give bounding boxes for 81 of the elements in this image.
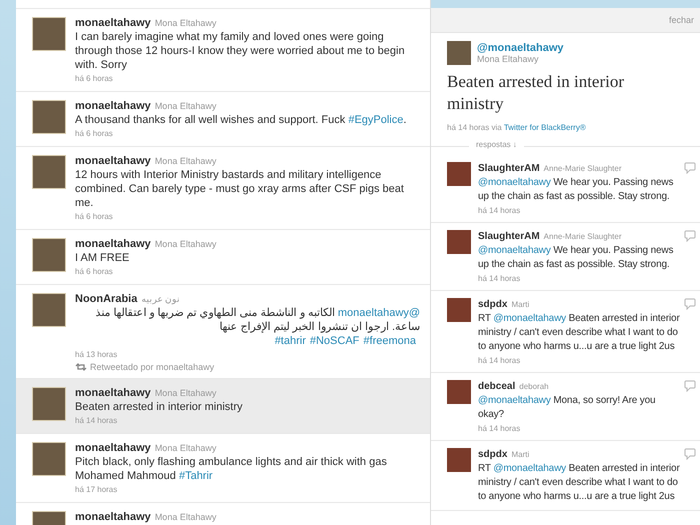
timestamp: há 17 horas [75, 484, 118, 496]
username[interactable]: NoonArabia [75, 293, 138, 305]
username[interactable]: monaeltahawy [75, 511, 151, 523]
avatar-placeholder [447, 380, 471, 404]
avatar-placeholder [32, 442, 66, 476]
timestamp: há 14 horas [447, 123, 490, 132]
retweet-label: Retweetado por monaeltahawy [90, 362, 214, 372]
tweet-text: RT @monaeltahawy Beaten arrested in interior ministry / can't even describe what I want to do to anyone who harms u...u are a true light 2us [478, 312, 680, 354]
username[interactable]: @monaeltahawy [477, 42, 564, 54]
full-name: Mona Eltahawy [154, 18, 216, 28]
full-name: Anne-Marie Slaughter [544, 164, 622, 173]
reply-bubble-icon[interactable] [684, 230, 696, 242]
tweet-row[interactable]: monaeltahawy Mona Eltahawy A thousand thanks for all well wishes and support. Fuck #EgyPolice. há 6 horas [16, 92, 430, 147]
avatar-placeholder [32, 155, 66, 189]
timestamp: há 6 horas [75, 211, 114, 223]
tweet-text: @monaeltahawy We hear you. Passing news up the chain as fast as possible. Stay strong. [478, 244, 674, 272]
full-name: Mona Eltahawy [154, 156, 216, 166]
avatar-placeholder [447, 448, 471, 472]
username[interactable]: monaeltahawy [75, 442, 151, 454]
username[interactable]: sdpdx [478, 299, 508, 310]
timestamp: há 14 horas [75, 415, 118, 427]
tweet-row[interactable]: monaeltahawy Mona Eltahawy I can barely imagine what my family and loved ones were going through those 12 hours-I know they were worried about me to begin with. Sorry há 6 horas [16, 9, 430, 92]
username[interactable]: sdpdx [478, 449, 508, 460]
avatar-placeholder [32, 100, 66, 134]
username[interactable]: SlaughterAM [478, 163, 540, 174]
full-name: Anne-Marie Slaughter [544, 232, 622, 241]
username[interactable]: SlaughterAM [478, 231, 540, 242]
username[interactable]: debceal [478, 381, 516, 392]
full-name: Mona Eltahawy [154, 443, 216, 453]
tweet-text: Beaten arrested in interior ministry [75, 400, 244, 414]
username[interactable]: monaeltahawy [75, 387, 151, 399]
reply-bubble-icon[interactable] [684, 448, 696, 460]
reply-bubble-icon[interactable] [684, 162, 696, 174]
timestamp: há 14 horas [478, 273, 522, 284]
full-name: نون عربيه [141, 294, 180, 304]
tweet-row[interactable]: monaeltahawy Mona Eltahawy Pitch black, only flashing ambulance lights and air thick with gas Mohamed Mahmoud #Tahrir há 17 horas [16, 434, 430, 503]
tweet-row[interactable]: monaeltahawy Mona Eltahawy I AM FREE há 6 horas [16, 230, 430, 285]
tweet-text: 12 hours with Interior Ministry bastards and military intelligence combined. Can barely type - must go xray arms after CSF pigs beat me. [75, 168, 405, 210]
username[interactable]: monaeltahawy [75, 155, 151, 167]
username[interactable]: monaeltahawy [75, 238, 151, 250]
avatar-placeholder [447, 230, 471, 254]
reply-bubble-icon[interactable] [684, 298, 696, 310]
tweet-text: I AM FREE [75, 251, 130, 265]
tweet-text: I can barely imagine what my family and loved ones were going through those 12 hours-I know they were worried about me to begin with. Sorry [75, 30, 406, 72]
timestamp: há 6 horas [75, 266, 114, 278]
avatar-placeholder [447, 41, 471, 65]
full-name: Mona Eltahawy [154, 388, 216, 398]
tweet-row[interactable]: monaeltahawy Mona Eltahawy Beaten arrested in interior ministry há 14 horas [16, 379, 430, 434]
username[interactable]: monaeltahawy [75, 100, 151, 112]
timestamp: há 6 horas [75, 73, 114, 85]
tweet-text: A thousand thanks for all well wishes and support. Fuck #EgyPolice. [75, 113, 408, 127]
timestamp: há 13 horas [75, 349, 118, 361]
full-name: Mona Eltahawy [154, 239, 216, 249]
tweet-text: RT @monaeltahawy Beaten arrested in interior ministry / can't even describe what I want to do to anyone who harms u...u are a true light 2us [478, 462, 680, 504]
full-name: Mona Eltahawy [154, 512, 216, 522]
full-name: Mona Eltahawy [477, 54, 540, 64]
tweet-row[interactable]: monaeltahawy Mona Eltahawy [16, 503, 430, 525]
avatar-placeholder [32, 387, 66, 421]
timestamp: há 14 horas [478, 205, 522, 216]
tweet-text: @monaeltahawy Mona, so sorry! Are you okay? [478, 394, 656, 422]
timestamp: há 6 horas [75, 128, 114, 140]
username[interactable]: monaeltahawy [75, 17, 151, 29]
reply-bubble-icon[interactable] [684, 380, 696, 392]
avatar-placeholder [32, 17, 66, 51]
timestamp: há 14 horas [478, 355, 522, 366]
avatar-placeholder [32, 238, 66, 272]
tweet-text: Beaten arrested in interior ministry [447, 71, 626, 115]
full-name: Marti [511, 450, 530, 459]
avatar-placeholder [447, 162, 471, 186]
source-link[interactable]: Twitter for BlackBerry® [504, 123, 586, 132]
tweet-text: @monaeltahawy We hear you. Passing news up the chain as fast as possible. Stay strong. [478, 176, 674, 204]
full-name: Marti [511, 300, 530, 309]
full-name: deborah [519, 382, 549, 391]
avatar-placeholder [32, 293, 66, 327]
full-name: Mona Eltahawy [154, 101, 216, 111]
tweet-text: Pitch black, only flashing ambulance lights and air thick with gas Mohamed Mahmoud #Tahrir [75, 455, 388, 483]
via-label: via [492, 123, 502, 132]
retweet-icon [75, 363, 87, 371]
timestamp: há 14 horas [478, 423, 522, 434]
avatar-placeholder [447, 298, 471, 322]
tweet-row[interactable]: monaeltahawy Mona Eltahawy 12 hours with Interior Ministry bastards and military intelligence combined. Can barely type - must go xray arms after CSF pigs beat me. há 6 horas [16, 147, 430, 230]
